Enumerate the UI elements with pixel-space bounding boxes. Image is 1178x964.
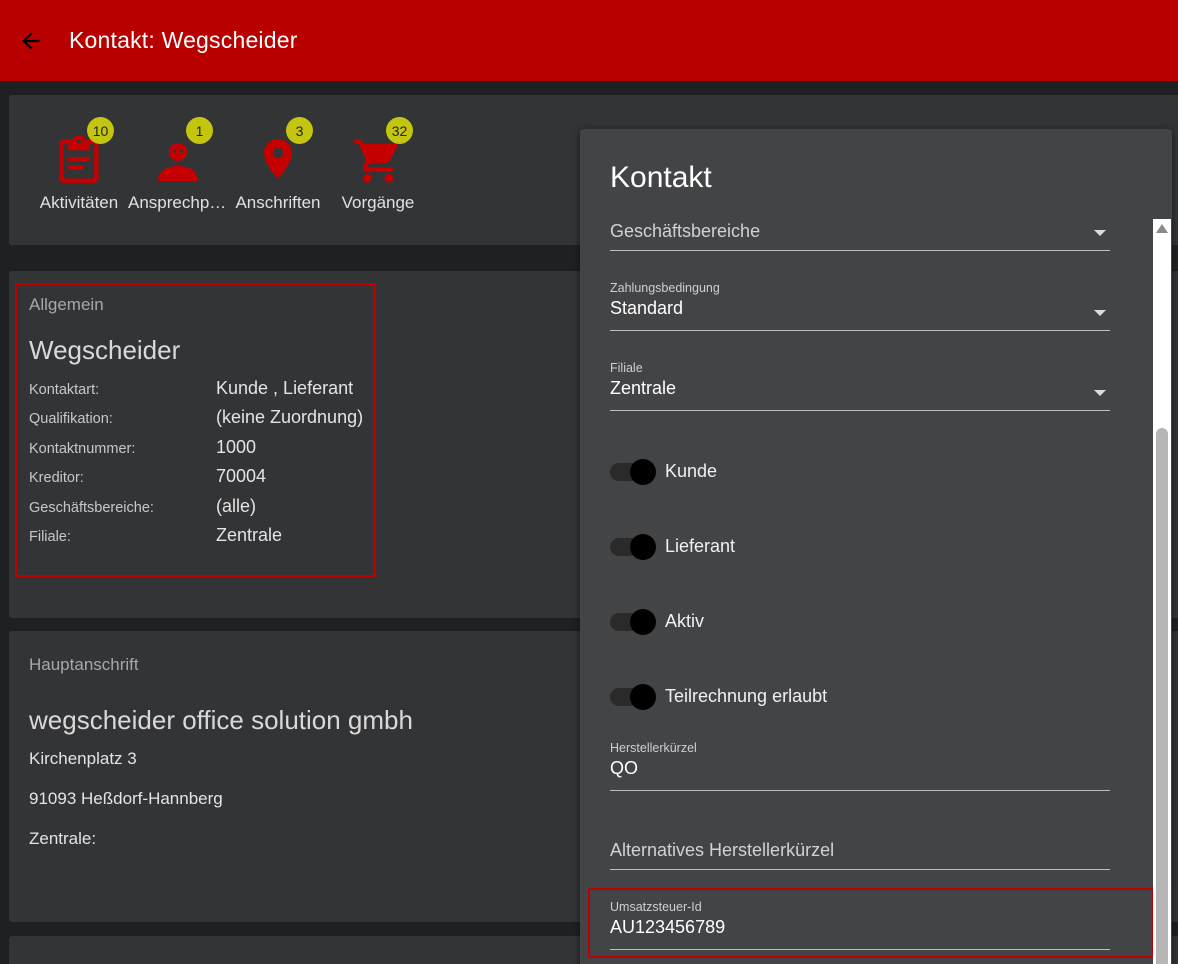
field-label: Herstellerkürzel [610,741,697,755]
toggle-label: Aktiv [665,611,705,631]
quick-action-contacts[interactable]: 1 Ansprechpartner [128,117,228,213]
info-value: Zentrale [216,525,283,545]
app-bar: Kontakt: Wegscheider [0,0,1178,81]
info-value: (alle) [216,496,257,516]
payment-terms-select[interactable]: Zahlungsbedingung Standard [610,281,1110,331]
chevron-down-icon [1094,390,1106,396]
manufacturer-code-input[interactable]: Herstellerkürzel QO [610,741,1110,791]
scrollbar-thumb[interactable] [1156,428,1168,964]
info-value: 70004 [216,466,267,486]
info-key: Qualifikation: [29,411,113,427]
section-title: Allgemein [29,295,104,314]
info-value: (keine Zuordnung) [216,407,364,427]
quick-action-label: Aktivitäten [39,193,119,212]
quick-action-label: Vorgänge [341,193,415,212]
field-value: Standard [610,298,684,318]
section-title: Hauptanschrift [29,655,139,674]
contact-name: Wegscheider [29,335,181,365]
contacts-badge: 1 [186,117,213,144]
activities-badge: 10 [87,117,114,144]
info-key: Filiale: [29,529,71,545]
info-row: Kontaktart: Kunde , Lieferant [29,378,353,399]
toggle-label: Lieferant [665,536,736,556]
address-street: Kirchenplatz 3 [29,749,137,768]
info-key: Kreditor: [29,470,84,486]
business-areas-select[interactable]: Geschäftsbereiche [610,221,1110,251]
business-areas-placeholder: Geschäftsbereiche [610,221,761,241]
page-title: Kontakt: Wegscheider [69,27,298,53]
field-value: AU123456789 [610,917,726,937]
quick-action-activities[interactable]: 10 Aktivitäten [29,117,129,213]
quick-action-addresses[interactable]: 3 Anschriften [228,117,328,213]
field-label: Umsatzsteuer-Id [610,900,702,914]
info-value: 1000 [216,437,257,457]
toggle-label: Teilrechnung erlaubt [665,686,828,706]
field-value: Zentrale [610,378,677,398]
field-placeholder: Alternatives Herstellerkürzel [610,840,835,860]
info-row: Kontaktnummer: 1000 [29,437,256,458]
quick-action-label: Anschriften [235,193,321,212]
alt-manufacturer-code-input[interactable]: Alternatives Herstellerkürzel [610,840,1110,870]
processes-badge: 32 [386,117,413,144]
contact-edit-panel: Kontakt Geschäftsbereiche Zahlungsbeding… [580,129,1172,964]
address-branch: Zentrale: [29,829,97,848]
scroll-up-icon[interactable] [1156,224,1168,233]
info-row: Kreditor: 70004 [29,466,266,487]
address-city: 91093 Heßdorf-Hannberg [29,789,223,808]
branch-select[interactable]: Filiale Zentrale [610,361,1110,411]
panel-title: Kontakt [610,161,712,194]
vat-id-input[interactable]: Umsatzsteuer-Id AU123456789 [610,900,1110,950]
panel-scrollbar[interactable] [1153,219,1171,964]
info-row: Geschäftsbereiche: (alle) [29,496,256,517]
field-value: QO [610,758,639,778]
toggle-partial-invoice[interactable]: Teilrechnung erlaubt [610,683,828,710]
quick-action-processes[interactable]: 32 Vorgänge [328,117,428,213]
arrow-left-icon [22,31,40,50]
info-row: Filiale: Zentrale [29,525,282,546]
company-name: wegscheider office solution gmbh [29,705,413,735]
chevron-down-icon [1094,310,1106,316]
toggle-supplier[interactable]: Lieferant [610,533,736,560]
toggle-customer[interactable]: Kunde [610,458,718,485]
quick-action-label: Ansprechpartner [128,193,228,212]
chevron-down-icon [1094,230,1106,236]
info-value: Kunde , Lieferant [216,378,354,398]
field-label: Zahlungsbedingung [610,281,720,295]
addresses-badge: 3 [286,117,313,144]
info-row: Qualifikation: (keine Zuordnung) [29,407,363,428]
info-key: Kontaktart: [29,382,100,398]
field-label: Filiale [610,361,643,375]
back-button[interactable] [0,0,62,81]
info-key: Geschäftsbereiche: [29,500,154,516]
toggle-label: Kunde [665,461,718,481]
info-key: Kontaktnummer: [29,441,136,457]
toggle-active[interactable]: Aktiv [610,608,705,635]
